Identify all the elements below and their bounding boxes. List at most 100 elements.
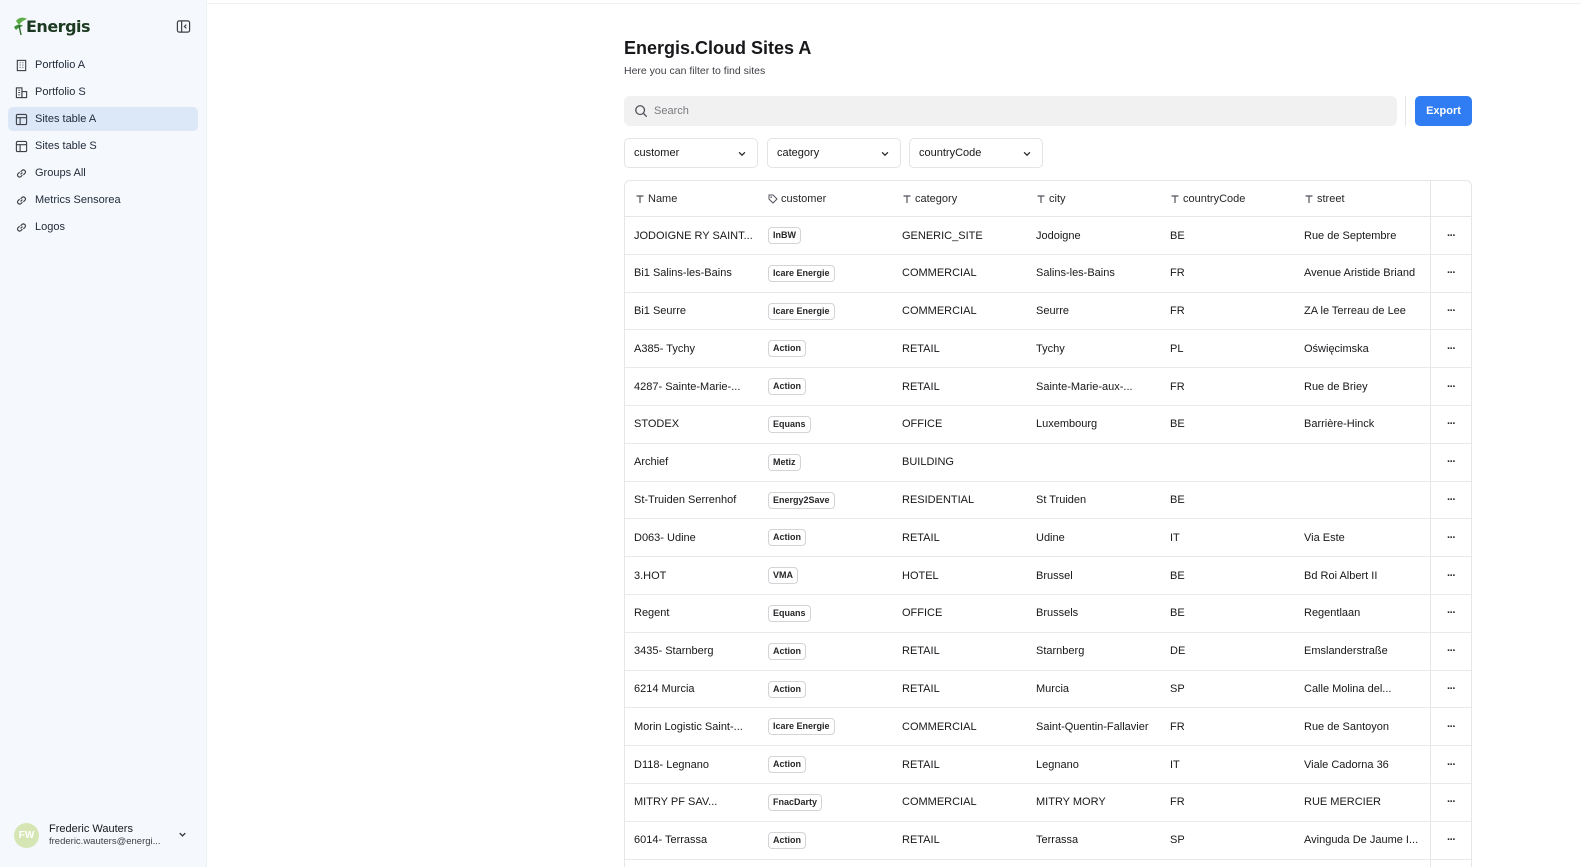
cell-customer: Icare Energie: [768, 293, 892, 330]
cell-name: 4287- Sainte-Marie-...: [634, 368, 758, 405]
cell-name: St-Truiden Serrenhof: [634, 482, 758, 519]
cell-country-code: FR: [1170, 255, 1294, 292]
filter-country-code[interactable]: countryCode: [909, 138, 1043, 168]
table-row[interactable]: 6014- Terrassa Action RETAIL Terrassa SP Avin…: [625, 822, 1471, 860]
row-actions-icon[interactable]: ···: [1440, 557, 1462, 594]
sidebar-item-sites-table-s[interactable]: Sites table S: [8, 134, 198, 158]
cell-category: RETAIL: [902, 368, 1026, 405]
table-row[interactable]: Regent Equans OFFICE Brussels BE Regentlaan ··…: [625, 595, 1471, 633]
cell-street-text: Rue de Santoyon: [1304, 720, 1390, 733]
cell-city-text: Starnberg: [1036, 645, 1085, 658]
table-row[interactable]: Archief Metiz BUILDING ···: [625, 444, 1471, 482]
cell-name: A385- Tychy: [634, 330, 758, 367]
row-actions-icon[interactable]: ···: [1440, 784, 1462, 821]
cell-country-code-text: PL: [1170, 342, 1184, 355]
table-row[interactable]: STODEX Equans OFFICE Luxembourg BE Barrière-H…: [625, 406, 1471, 444]
row-actions-icon[interactable]: ···: [1440, 444, 1462, 481]
text-type-icon: [903, 195, 911, 203]
row-actions-icon[interactable]: ···: [1440, 633, 1462, 670]
cell-name-text: 6214 Murcia: [634, 683, 695, 696]
sidebar-item-sites-table-a[interactable]: Sites table A: [8, 107, 198, 131]
row-actions-icon[interactable]: ···: [1440, 368, 1462, 405]
table-row[interactable]: Bi1 Seurre Icare Energie COMMERCIAL Seurre F…: [625, 293, 1471, 331]
cell-city: MITRY MORY: [1036, 784, 1160, 821]
cell-category-text: RETAIL: [902, 683, 940, 696]
cell-country-code: IT: [1170, 746, 1294, 783]
sidebar-item-logos[interactable]: Logos: [8, 215, 198, 239]
cell-street: RUE MERCIER: [1304, 784, 1426, 821]
table-row[interactable]: 6214 Murcia Action RETAIL Murcia SP Calle Mol…: [625, 671, 1471, 709]
cell-name: 6214 Murcia: [634, 671, 758, 708]
cell-category: COMMERCIAL: [902, 784, 1026, 821]
customer-badge: Action: [768, 378, 806, 396]
cell-country-code-text: BE: [1170, 607, 1185, 620]
customer-badge: Action: [768, 756, 806, 774]
cell-street-text: Emslanderstraße: [1304, 645, 1388, 658]
cell-city: Sainte-Marie-aux-...: [1036, 368, 1160, 405]
cell-country-code: PL: [1170, 330, 1294, 367]
table-row[interactable]: Bi1 Salins-les-Bains Icare Energie COMMERC…: [625, 255, 1471, 293]
cell-name-text: D063- Udine: [634, 531, 696, 544]
row-actions-icon[interactable]: ···: [1440, 595, 1462, 632]
customer-badge: Action: [768, 529, 806, 547]
table-row[interactable]: Morin Logistic Saint-... Icare Energie COM…: [625, 708, 1471, 747]
collapse-sidebar-icon[interactable]: [176, 19, 191, 34]
cell-name: Bi1 Salins-les-Bains: [634, 255, 758, 292]
cell-street: Barrière-Hinck: [1304, 406, 1426, 443]
search-input[interactable]: [654, 105, 1354, 117]
row-actions-icon[interactable]: ···: [1440, 293, 1462, 330]
table-row[interactable]: 4287- Sainte-Marie-... Action RETAIL Sainte…: [625, 368, 1471, 406]
cell-customer: Icare Energie: [768, 255, 892, 292]
cell-country-code: FR: [1170, 368, 1294, 405]
row-actions-icon[interactable]: ···: [1440, 255, 1462, 292]
cell-country-code: BE: [1170, 217, 1294, 254]
cell-customer: Icare Energie: [768, 708, 892, 745]
cell-country-code: IT: [1170, 519, 1294, 556]
table-row[interactable]: 3.HOT VMA HOTEL Brussel BE Bd Roi Albert II ··…: [625, 557, 1471, 595]
row-actions-icon[interactable]: ···: [1440, 330, 1462, 367]
table-row[interactable]: A385- Tychy Action RETAIL Tychy PL Oświęcimsk…: [625, 330, 1471, 369]
cell-name-text: MITRY PF SAV...: [634, 796, 718, 809]
cell-category: COMMERCIAL: [902, 255, 1026, 292]
cell-city: Starnberg: [1036, 633, 1160, 670]
sidebar-item-portfolio-s[interactable]: Portfolio S: [8, 80, 198, 104]
column-header-name[interactable]: Name: [635, 181, 677, 217]
column-header-city[interactable]: city: [1036, 181, 1066, 217]
table-row[interactable]: St-Truiden Serrenhof Energy2Save RESIDENTI…: [625, 482, 1471, 520]
table-row[interactable]: JODOIGNE RY SAINT... InBW GENERIC_SITE Jodo…: [625, 217, 1471, 255]
row-actions-icon[interactable]: ···: [1440, 406, 1462, 443]
table-row[interactable]: 3435- Starnberg Action RETAIL Starnberg DE Em…: [625, 633, 1471, 671]
search-bar[interactable]: [624, 96, 1397, 126]
sidebar-item-groups-all[interactable]: Groups All: [8, 161, 198, 185]
row-actions-icon[interactable]: ···: [1440, 482, 1462, 519]
energis-logo[interactable]: Energis: [13, 13, 91, 39]
cell-street: [1304, 444, 1426, 481]
column-header-country-code[interactable]: countryCode: [1170, 181, 1245, 217]
row-actions-icon[interactable]: ···: [1440, 708, 1462, 745]
chevron-down-icon: [1023, 151, 1031, 157]
user-menu[interactable]: FW Frederic Wauters frederic.wauters@ene…: [14, 820, 192, 850]
cell-city: Luxembourg: [1036, 406, 1160, 443]
column-header-street[interactable]: street: [1304, 181, 1345, 217]
table-row[interactable]: D063- Udine Action RETAIL Udine IT Via Este ··…: [625, 519, 1471, 558]
cell-name: 6014- Terrassa: [634, 822, 758, 859]
sidebar-item-metrics-sensorea[interactable]: Metrics Sensorea: [8, 188, 198, 212]
cell-category: HOTEL: [902, 557, 1026, 594]
table-row[interactable]: D118- Legnano Action RETAIL Legnano IT Viale …: [625, 746, 1471, 784]
row-actions-icon[interactable]: ···: [1440, 671, 1462, 708]
row-actions-icon[interactable]: ···: [1440, 217, 1462, 254]
cell-category-text: RETAIL: [902, 342, 940, 355]
cell-customer: Equans: [768, 595, 892, 632]
cell-name: Regent: [634, 595, 758, 632]
sidebar-item-portfolio-a[interactable]: Portfolio A: [8, 53, 198, 77]
table-row[interactable]: MITRY PF SAV... FnacDarty COMMERCIAL MITRY …: [625, 784, 1471, 822]
column-header-category[interactable]: category: [902, 181, 957, 217]
row-actions-icon[interactable]: ···: [1440, 746, 1462, 783]
column-header-customer[interactable]: customer: [768, 181, 826, 217]
row-actions-icon[interactable]: ···: [1440, 519, 1462, 556]
filter-category[interactable]: category: [767, 138, 901, 168]
export-button[interactable]: Export: [1415, 96, 1472, 126]
filter-customer[interactable]: customer: [624, 138, 758, 168]
cell-country-code-text: DE: [1170, 645, 1186, 658]
row-actions-icon[interactable]: ···: [1440, 822, 1462, 859]
